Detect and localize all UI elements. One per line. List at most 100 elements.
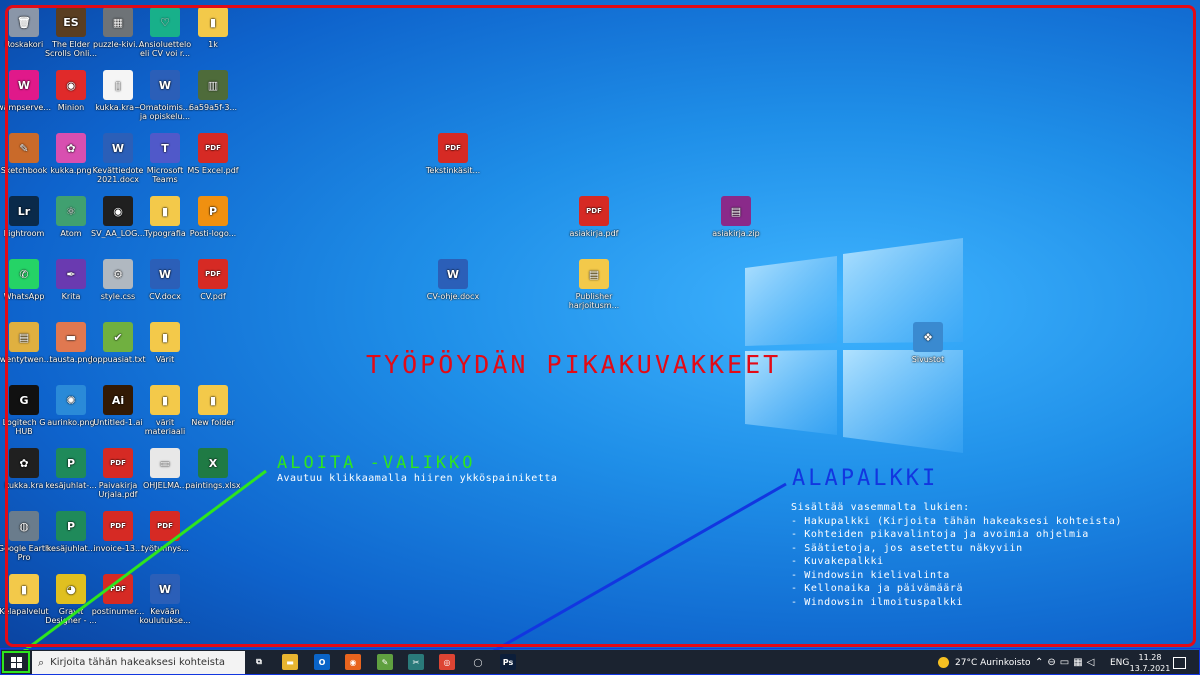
outlook-icon[interactable]: O: [314, 654, 330, 670]
desktop-icon-label: MS Excel.pdf: [187, 166, 239, 175]
file-icon: X: [198, 448, 228, 478]
file-icon: ◉: [103, 196, 133, 226]
file-icon: G: [9, 385, 39, 415]
task-view-icon[interactable]: ⧉: [251, 654, 267, 670]
taskbar-search-box[interactable]: ⌕ Kirjoita tähän hakeaksesi kohteista: [32, 651, 245, 674]
file-icon: P: [56, 448, 86, 478]
people-icon[interactable]: ⊖: [1047, 657, 1059, 668]
file-explorer-icon[interactable]: ▬: [282, 654, 298, 670]
network-icon[interactable]: ▦: [1073, 657, 1086, 668]
file-icon: T: [150, 133, 180, 163]
desktop-icon[interactable]: ▮ 1k: [183, 7, 243, 49]
desktop-icon[interactable]: W Kevään koulutukse...: [135, 574, 195, 625]
file-icon: ▤: [9, 322, 39, 352]
file-icon: PDF: [438, 133, 468, 163]
file-icon: P: [198, 196, 228, 226]
file-icon: Lr: [9, 196, 39, 226]
system-tray-icons[interactable]: ⌃ ⊖ ▭ ▦ ◁: [1035, 651, 1098, 674]
file-icon: P: [56, 511, 86, 541]
desktop-icon-label: CV.pdf: [200, 292, 226, 301]
weather-text: 27°C Aurinkoisto: [955, 657, 1031, 668]
file-icon: ▤: [721, 196, 751, 226]
battery-icon[interactable]: ▭: [1060, 657, 1073, 668]
file-icon: PDF: [198, 133, 228, 163]
desktop-icon-label: Tekstinkäsit...: [425, 166, 481, 175]
file-icon: ▭: [150, 448, 180, 478]
desktop-icon[interactable]: Xpaintings.xlsx: [183, 448, 243, 490]
file-icon: PDF: [103, 511, 133, 541]
file-icon: ▮: [198, 7, 228, 37]
file-icon: ✒: [56, 259, 86, 289]
desktop-icon-label: 6a59a5f-3...: [188, 103, 238, 112]
file-icon: ▥: [198, 70, 228, 100]
file-icon: W: [438, 259, 468, 289]
desktop-shortcuts-annotation: TYÖPÖYDÄN PIKAKUVAKKEET: [366, 350, 782, 379]
file-icon: PDF: [103, 574, 133, 604]
chevron-up-icon[interactable]: ⌃: [1035, 657, 1047, 668]
file-icon: ▮: [150, 196, 180, 226]
file-icon: PDF: [198, 259, 228, 289]
clock-time: 11.28: [1138, 652, 1162, 662]
taskbar-annotation-line: - Hakupalkki (Kirjoita tähän hakeaksesi …: [791, 515, 1123, 527]
file-icon: ✆: [9, 259, 39, 289]
volume-icon[interactable]: ◁: [1087, 657, 1099, 668]
desktop-icon[interactable]: ▤ Publisher harjoitusm...: [564, 259, 624, 310]
desktop-icon[interactable]: ▮ Värit: [135, 322, 195, 364]
taskbar-annotation-line: - Kohteiden pikavalintoja ja avoimia ohj…: [791, 529, 1089, 540]
start-button[interactable]: [2, 651, 30, 673]
desktop-icon-label: New folder: [191, 418, 235, 427]
taskbar-annotation: ALAPALKKI: [792, 466, 939, 491]
file-icon: ▮: [198, 385, 228, 415]
desktop: 🗑 Roskakori ES The Elder Scrolls Onli... ▦ pu…: [0, 0, 1200, 650]
weather-widget[interactable]: 27°C Aurinkoisto: [938, 651, 1031, 674]
desktop-icon[interactable]: P Posti-logo...: [183, 196, 243, 238]
search-icon: ⌕: [38, 655, 45, 669]
desktop-icon[interactable]: PDF työtunnys...: [135, 511, 195, 553]
language-indicator[interactable]: ENG: [1110, 651, 1129, 674]
obs-icon[interactable]: ◯: [470, 654, 486, 670]
start-menu-annotation: ALOITA -VALIKKO: [277, 453, 476, 473]
clock[interactable]: 11.28 13.7.2021: [1130, 651, 1171, 674]
clock-date: 13.7.2021: [1129, 663, 1171, 673]
taskbar-annotation-line: - Kuvakepalkki: [791, 556, 884, 567]
desktop-icon[interactable]: ▤ asiakirja.zip: [706, 196, 766, 238]
desktop-icon-label: Posti-logo...: [189, 229, 237, 238]
desktop-icon[interactable]: ▮ New folder: [183, 385, 243, 427]
desktop-icon[interactable]: PDF Tekstinkäsit...: [423, 133, 483, 175]
notification-button[interactable]: [1173, 651, 1186, 674]
desktop-icon-label: asiakirja.zip: [712, 229, 760, 238]
desktop-icon-label: Sivustot: [911, 355, 945, 364]
chrome-icon[interactable]: ◎: [439, 654, 455, 670]
file-icon: ⚙: [103, 259, 133, 289]
desktop-icon[interactable]: ❖ Sivustot: [898, 322, 958, 364]
file-icon: ES: [56, 7, 86, 37]
file-icon: W: [150, 259, 180, 289]
taskbar-annotation-desc: Sisältää vasemmalta lukien: - Hakupalkki …: [791, 501, 1122, 609]
file-icon: ▦: [103, 7, 133, 37]
desktop-icon[interactable]: PDF CV.pdf: [183, 259, 243, 301]
taskbar-annotation-line: - Kellonaika ja päivämäärä: [791, 583, 964, 594]
file-icon: PDF: [103, 448, 133, 478]
file-icon: W: [9, 70, 39, 100]
file-icon: ▮: [9, 574, 39, 604]
file-icon: Ai: [103, 385, 133, 415]
snipping-icon[interactable]: ✂: [408, 654, 424, 670]
notepad-icon[interactable]: ✎: [377, 654, 393, 670]
file-icon: ❖: [913, 322, 943, 352]
desktop-icon[interactable]: PDF MS Excel.pdf: [183, 133, 243, 175]
firefox-icon[interactable]: ◉: [345, 654, 361, 670]
desktop-icon[interactable]: W CV-ohje.docx: [423, 259, 483, 301]
taskbar-annotation-line: - Säätietoja, jos asetettu näkyviin: [791, 542, 1023, 554]
desktop-icon[interactable]: ▥ 6a59a5f-3...: [183, 70, 243, 112]
photoshop-icon[interactable]: Ps: [500, 654, 516, 670]
desktop-icon-label: Kevään koulutukse...: [139, 607, 191, 625]
start-menu-annotation-desc: Avautuu klikkaamalla hiiren ykköspainike…: [277, 473, 558, 484]
file-icon: PDF: [579, 196, 609, 226]
desktop-icon-label: paintings.xlsx: [185, 481, 241, 490]
taskbar-annotation-line: Sisältää vasemmalta lukien:: [791, 502, 970, 513]
desktop-icon-label: Värit: [155, 355, 175, 364]
file-icon: ✿: [56, 133, 86, 163]
desktop-icon[interactable]: PDF asiakirja.pdf: [564, 196, 624, 238]
file-icon: ◉: [56, 70, 86, 100]
desktop-icon-label: Publisher harjoitusm...: [568, 292, 620, 310]
